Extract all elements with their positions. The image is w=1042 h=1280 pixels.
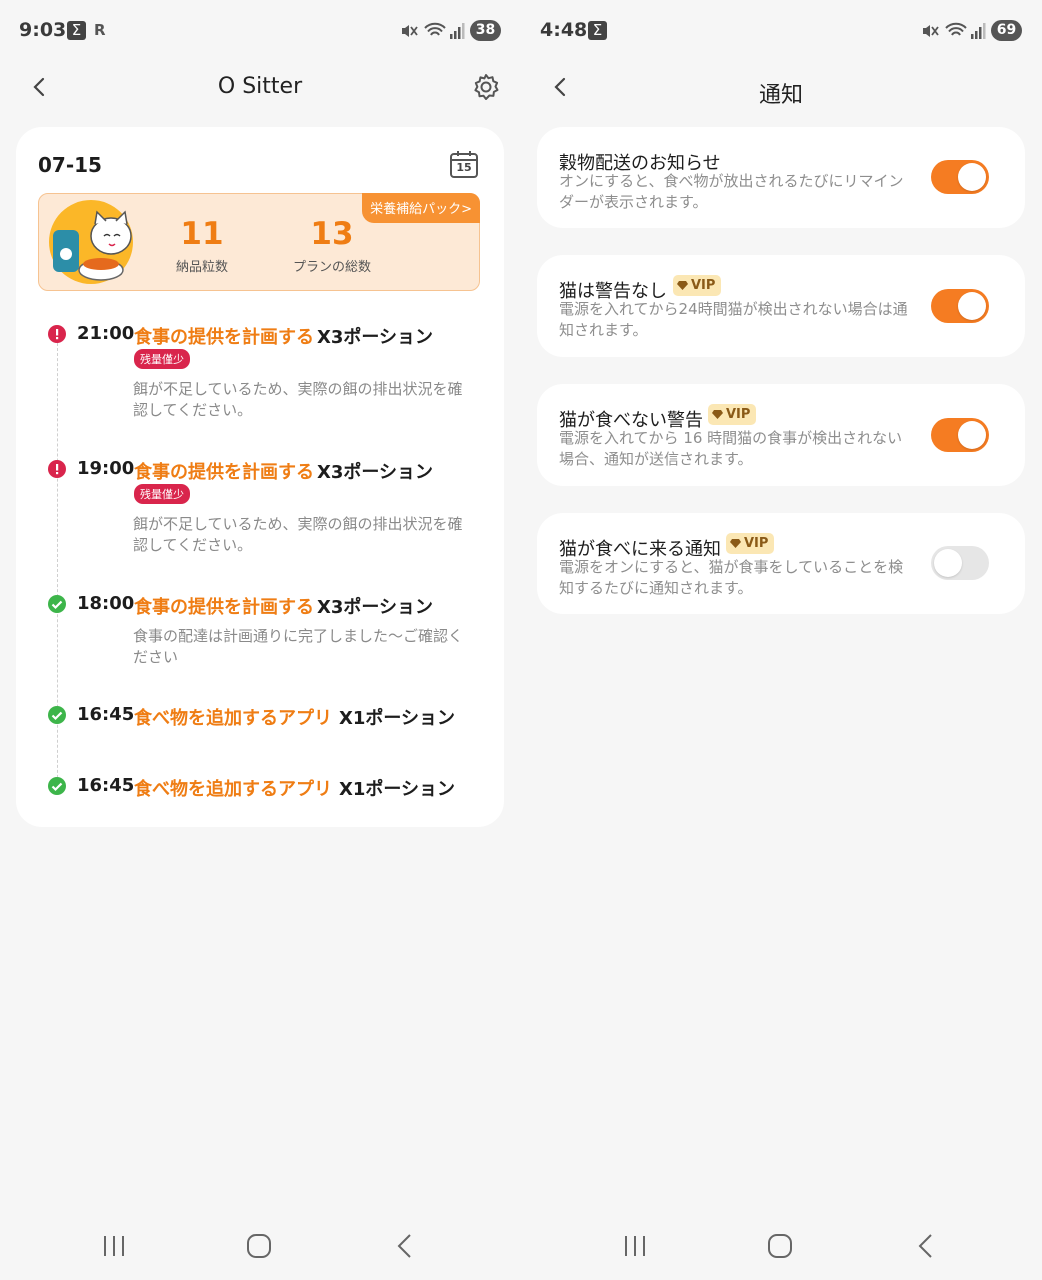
summary-panel: 11 納品粒数 13 プランの総数 栄養補給パック>	[38, 193, 480, 291]
status-time: 9:03	[19, 19, 67, 41]
calendar-icon[interactable]: 15	[449, 149, 479, 179]
vip-badge: VIP	[726, 533, 775, 554]
timeline-line	[57, 343, 58, 793]
page-title: O Sitter	[217, 74, 303, 99]
home-icon[interactable]	[767, 1228, 793, 1264]
setting-description: 電源を入れてから 16 時間猫の食事が検出されない場合、通知が送信されます。	[559, 429, 903, 468]
entry-time: 16:45	[77, 704, 135, 725]
setting-row-no-cat-alert: 猫は警告なし VIP 電源を入れてから24時間猫が検出されない場合は通知されます…	[537, 255, 1025, 357]
entry-time: 16:45	[77, 775, 135, 796]
left-screen: 9:03 Σ R 38 O Sitter 07-15 15 11 納品粒数 13…	[0, 0, 521, 1280]
entry-action: 食べ物を追加するアプリ	[134, 708, 332, 729]
mute-icon	[923, 25, 939, 37]
wifi-icon	[424, 22, 446, 36]
setting-description: 電源を入れてから24時間猫が検出されない場合は通知されます。	[559, 300, 908, 339]
entry-quantity: X1ポーション	[339, 779, 456, 800]
right-screen: 4:48 Σ 69 通知 穀物配送のお知らせ オンにすると、食べ物が放出されるた…	[521, 0, 1042, 1280]
setting-description: オンにすると、食べ物が放出されるたびにリマインダーが表示されます。	[559, 172, 904, 211]
nutrition-pack-link[interactable]: 栄養補給パック>	[362, 193, 480, 223]
plans-label: プランの総数	[292, 260, 371, 275]
entry-quantity: X3ポーション	[317, 597, 434, 618]
signal-icon	[971, 23, 986, 39]
cat-eating-notice-toggle[interactable]	[931, 546, 989, 580]
not-eating-alert-toggle[interactable]	[931, 418, 989, 452]
battery-badge: 38	[470, 20, 501, 41]
entry-quantity: X3ポーション	[317, 327, 434, 348]
mute-icon	[402, 25, 418, 37]
vip-label: VIP	[726, 407, 751, 422]
back-chevron-icon[interactable]	[30, 76, 50, 98]
gear-icon[interactable]	[471, 72, 501, 102]
signal-icon	[450, 23, 465, 39]
diamond-icon	[712, 410, 723, 419]
feeding-log-card: 07-15 15 11 納品粒数 13 プランの総数 栄養補給パック> 21:0…	[16, 127, 504, 827]
vip-badge: VIP	[673, 275, 722, 296]
calendar-day: 15	[456, 161, 472, 174]
r-indicator-icon: R	[94, 21, 106, 39]
entry-note: 餌が不足しているため、実際の餌の排出状況を確認してください。	[133, 515, 463, 554]
entry-action: 食事の提供を計画する	[134, 327, 314, 348]
setting-row-not-eating-alert: 猫が食べない警告 VIP 電源を入れてから 16 時間猫の食事が検出されない場合…	[537, 384, 1025, 486]
delivered-count: 11	[180, 216, 224, 252]
entry-note: 餌が不足しているため、実際の餌の排出状況を確認してください。	[133, 380, 463, 419]
page-title: 通知	[758, 83, 803, 108]
log-date: 07-15	[38, 153, 102, 177]
entry-time: 19:00	[77, 458, 135, 479]
entry-time: 18:00	[77, 593, 135, 614]
feed-delivery-toggle[interactable]	[931, 160, 989, 194]
status-time: 4:48	[540, 19, 588, 41]
low-stock-badge: 残量僅少	[134, 349, 190, 369]
entry-action: 食べ物を追加するアプリ	[134, 779, 332, 800]
warning-status-icon	[48, 460, 66, 478]
success-status-icon	[48, 777, 66, 795]
setting-description: 電源をオンにすると、猫が食事をしていることを検知するたびに通知されます。	[559, 558, 904, 597]
setting-row-cat-eating-notice: 猫が食べに来る通知 VIP 電源をオンにすると、猫が食事をしていることを検知する…	[537, 513, 1025, 614]
home-icon[interactable]	[246, 1228, 272, 1264]
wifi-icon	[945, 22, 967, 36]
vip-label: VIP	[744, 536, 769, 551]
nav-back-icon[interactable]	[916, 1228, 936, 1264]
entry-note: 食事の配達は計画通りに完了しました〜ご確認ください	[133, 627, 464, 666]
back-chevron-icon[interactable]	[551, 76, 571, 98]
entry-quantity: X3ポーション	[317, 462, 434, 483]
diamond-icon	[730, 539, 741, 548]
battery-badge: 69	[991, 20, 1022, 41]
delivered-label: 納品粒数	[175, 260, 228, 275]
entry-time: 21:00	[77, 323, 135, 344]
cat-mascot-icon	[49, 200, 133, 284]
nav-back-icon[interactable]	[395, 1228, 415, 1264]
success-status-icon	[48, 595, 66, 613]
entry-quantity: X1ポーション	[339, 708, 456, 729]
diamond-icon	[677, 281, 688, 290]
recents-icon[interactable]	[623, 1228, 647, 1264]
sigma-icon: Σ	[67, 21, 86, 40]
sigma-icon: Σ	[588, 21, 607, 40]
warning-status-icon	[48, 325, 66, 343]
vip-label: VIP	[691, 278, 716, 293]
low-stock-badge: 残量僅少	[134, 484, 190, 504]
no-cat-alert-toggle[interactable]	[931, 289, 989, 323]
setting-row-feed-delivery: 穀物配送のお知らせ オンにすると、食べ物が放出されるたびにリマインダーが表示され…	[537, 127, 1025, 228]
vip-badge: VIP	[708, 404, 757, 425]
success-status-icon	[48, 706, 66, 724]
entry-action: 食事の提供を計画する	[134, 597, 314, 618]
entry-action: 食事の提供を計画する	[134, 462, 314, 483]
recents-icon[interactable]	[102, 1228, 126, 1264]
